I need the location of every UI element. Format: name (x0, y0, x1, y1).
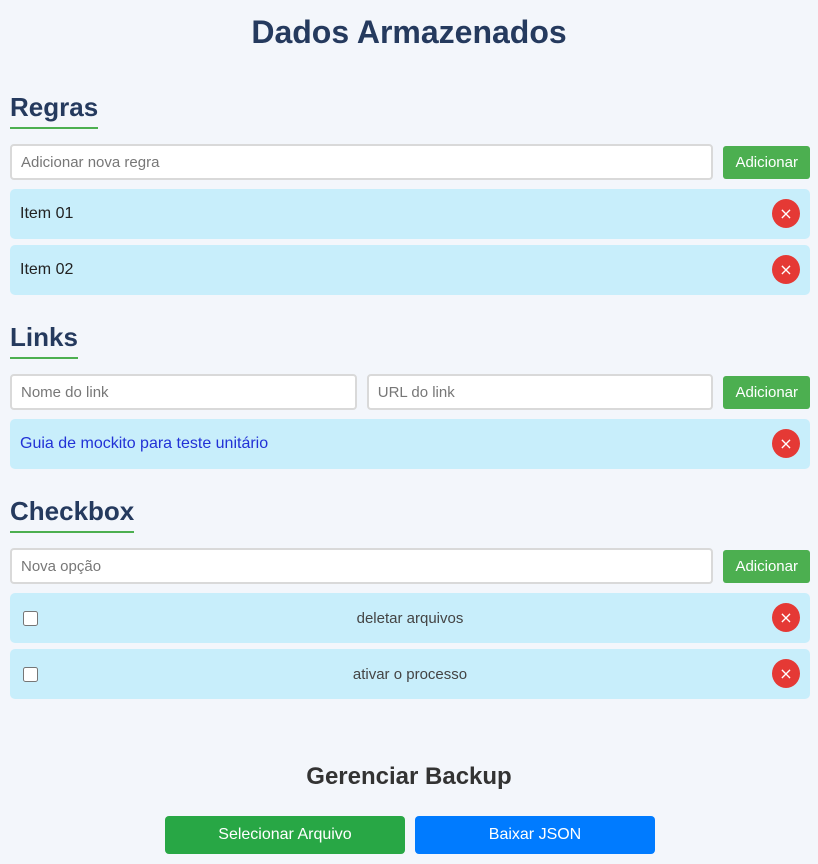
link-name-input[interactable] (10, 374, 357, 410)
delete-option-icon[interactable]: × (772, 603, 800, 632)
delete-rule-icon[interactable]: × (772, 255, 800, 284)
download-json-button[interactable]: Baixar JSON (415, 816, 655, 854)
add-rule-button[interactable]: Adicionar (723, 145, 810, 179)
rule-item-label: Item 01 (20, 205, 74, 222)
link-item: Guia de mockito para teste unitário × (10, 419, 810, 469)
rule-item: Item 01 × (10, 189, 810, 239)
delete-link-icon[interactable]: × (772, 429, 800, 458)
checkbox-section: Checkbox Adicionar deletar arquivos × at… (10, 496, 810, 699)
links-title: Links (10, 322, 78, 359)
new-rule-input[interactable] (10, 144, 714, 180)
option-checkbox[interactable] (23, 610, 38, 626)
checkbox-input-row: Adicionar (10, 548, 810, 584)
backup-title: Gerenciar Backup (306, 763, 512, 790)
new-option-input[interactable] (10, 548, 714, 584)
select-file-button[interactable]: Selecionar Arquivo (165, 816, 405, 854)
checkbox-item: ativar o processo × (10, 649, 810, 699)
rule-item-label: Item 02 (20, 261, 74, 278)
rules-input-row: Adicionar (10, 144, 810, 180)
checkbox-item: deletar arquivos × (10, 593, 810, 643)
option-label: ativar o processo (352, 665, 468, 683)
links-input-row: Adicionar (10, 374, 811, 410)
option-label: deletar arquivos (356, 609, 464, 627)
rules-title: Regras (10, 92, 99, 129)
add-option-button[interactable]: Adicionar (723, 549, 810, 583)
option-checkbox[interactable] (23, 666, 38, 682)
checkbox-title: Checkbox (10, 496, 135, 533)
delete-option-icon[interactable]: × (772, 659, 800, 688)
delete-rule-icon[interactable]: × (772, 199, 800, 228)
rules-section: Regras Adicionar Item 01 × Item 02 × (10, 92, 810, 295)
page-title: Dados Armazenados (251, 14, 567, 50)
link-url-input[interactable] (366, 374, 714, 410)
links-section: Links Adicionar Guia de mockito para tes… (10, 322, 811, 469)
link-item-anchor[interactable]: Guia de mockito para teste unitário (20, 435, 268, 453)
rule-item: Item 02 × (10, 245, 810, 295)
add-link-button[interactable]: Adicionar (723, 375, 811, 409)
